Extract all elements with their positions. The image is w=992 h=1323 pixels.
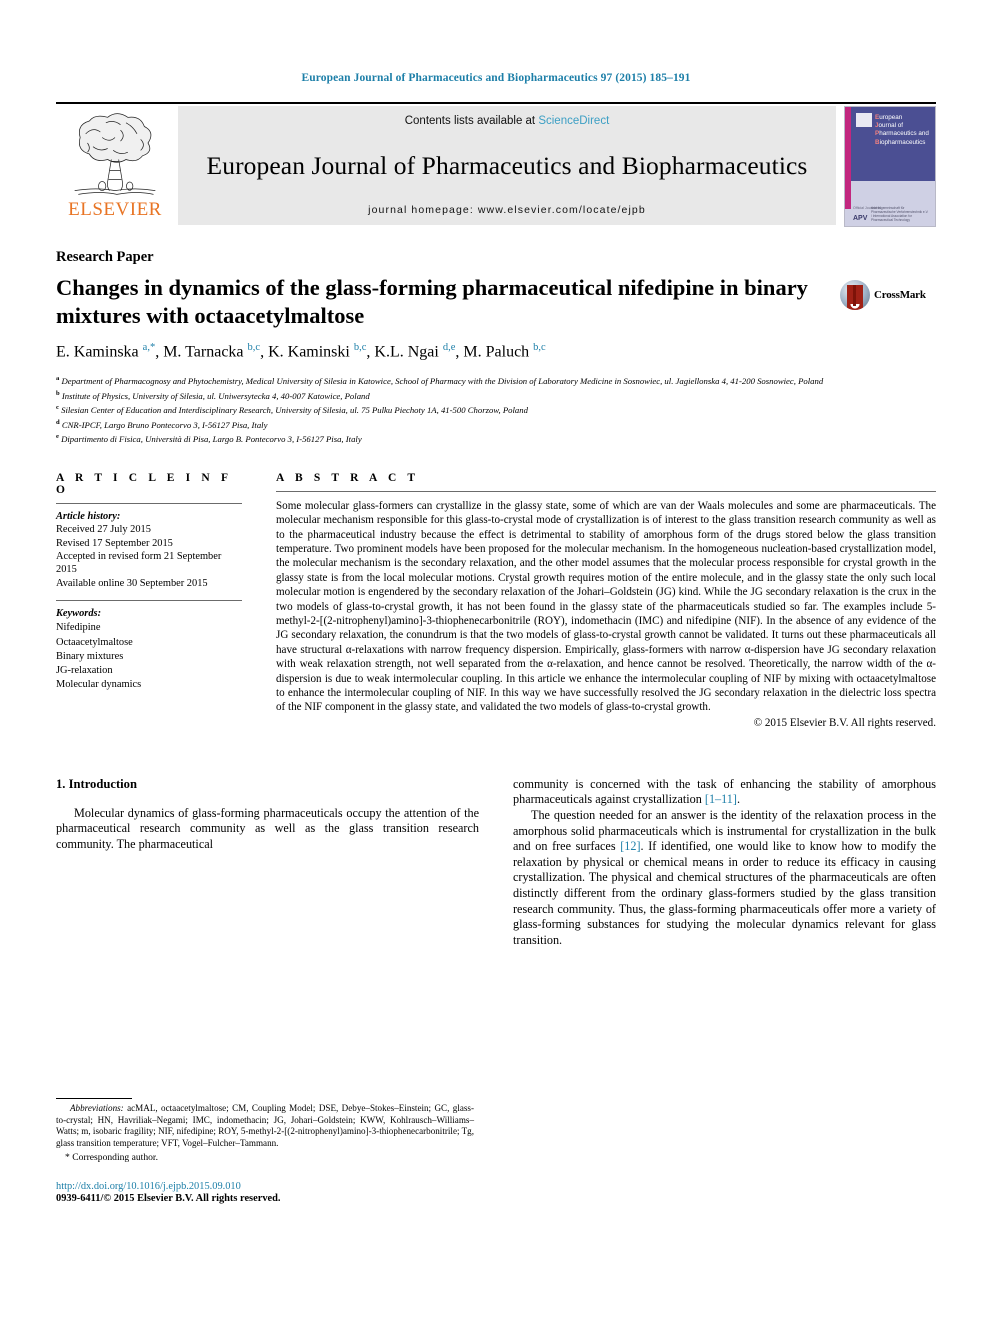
keywords-label: Keywords: (56, 608, 102, 620)
author-name: K.L. Ngai (374, 343, 443, 361)
journal-cover-thumbnail: European Journal of Pharmaceutics and Bi… (844, 106, 936, 227)
section-heading-introduction: 1. Introduction (56, 776, 137, 791)
journal-title-band: Contents lists available at ScienceDirec… (178, 106, 836, 225)
article-history: Article history: Received 27 July 2015 Re… (56, 504, 242, 590)
intro-paragraph-right-1: community is concerned with the task of … (513, 776, 936, 807)
crossmark-label: CrossMark (874, 289, 926, 301)
keyword-item: Octaacetylmaltose (56, 636, 133, 648)
keyword-item: Molecular dynamics (56, 679, 142, 691)
journal-name: European Journal of Pharmaceutics and Bi… (206, 150, 808, 180)
crossmark-badge[interactable]: CrossMark (840, 274, 936, 310)
abstract-copyright: © 2015 Elsevier B.V. All rights reserved… (753, 716, 936, 729)
author-affiliation-mark: a,* (142, 342, 156, 353)
elsevier-logo: ELSEVIER (56, 104, 174, 227)
footnote-divider (56, 1098, 132, 1099)
sciencedirect-link[interactable]: ScienceDirect (538, 115, 609, 127)
page-title: Changes in dynamics of the glass-forming… (56, 275, 808, 328)
abstract-column: A B S T R A C T Some molecular glass-for… (276, 472, 936, 729)
crossmark-icon (840, 280, 870, 310)
article-history-label: Article history: (56, 510, 121, 522)
journal-homepage[interactable]: journal homepage: www.elsevier.com/locat… (368, 204, 646, 216)
citation-1-11[interactable]: [1–11] (705, 792, 737, 806)
citation-12[interactable]: [12] (620, 839, 640, 853)
author-affiliation-mark: b,c (353, 342, 367, 353)
abbreviations-note: Abbreviations: acMAL, octaacetylmaltose;… (56, 1103, 474, 1149)
article-info-column: A R T I C L E I N F O Article history: R… (56, 472, 276, 729)
affiliation-item: b Institute of Physics, University of Si… (56, 388, 936, 402)
body-column-left: 1. Introduction Molecular dynamics of gl… (56, 777, 479, 949)
elsevier-tree-icon (74, 113, 156, 195)
keywords: Keywords: Nifedipine Octaacetylmaltose Bin… (56, 601, 242, 692)
abstract-text: Some molecular glass-formers can crystal… (276, 499, 936, 714)
article-history-item: Accepted in revised form 21 September 20… (56, 550, 222, 576)
issn-copyright-line: 0939-6411/© 2015 Elsevier B.V. All right… (56, 1193, 281, 1205)
affiliation-text: CNR-IPCF, Largo Bruno Pontecorvo 3, I-56… (59, 419, 268, 430)
keyword-item: Nifedipine (56, 622, 101, 634)
intro-paragraph-left: Molecular dynamics of glass-forming phar… (56, 805, 479, 852)
abstract-heading: A B S T R A C T (276, 471, 420, 484)
paper-type: Research Paper (56, 249, 154, 265)
author-affiliation-mark: d,e (442, 342, 456, 353)
body-column-right: community is concerned with the task of … (513, 777, 936, 949)
author-affiliation-mark: b,c (533, 342, 546, 353)
author-list: E. Kaminska a,*, M. Tarnacka b,c, K. Kam… (56, 342, 936, 361)
author-name: E. Kaminska (56, 343, 143, 361)
footnotes: Abbreviations: acMAL, octaacetylmaltose;… (56, 1098, 474, 1204)
affiliation-list: a Department of Pharmacognosy and Phytoc… (56, 373, 936, 445)
affiliation-text: Institute of Physics, University of Sile… (59, 390, 370, 401)
affiliation-text: Dipartimento di Fisica, Università di Pi… (58, 434, 362, 445)
affiliation-item: c Silesian Center of Education and Inter… (56, 402, 936, 416)
author-affiliation-mark: b,c (247, 342, 261, 353)
article-info-heading: A R T I C L E I N F O (56, 471, 232, 496)
affiliation-text: Silesian Center of Education and Interdi… (58, 405, 528, 416)
cover-society-abbrev: APV (853, 215, 868, 222)
affiliation-item: e Dipartimento di Fisica, Università di … (56, 431, 936, 445)
keyword-items: Nifedipine Octaacetylmaltose Binary mixtur… (56, 621, 242, 692)
article-page: European Journal of Pharmaceutics and Bi… (0, 0, 992, 1323)
affiliation-item: a Department of Pharmacognosy and Phytoc… (56, 373, 936, 387)
article-history-item: Available online 30 September 2015 (56, 577, 208, 589)
elsevier-wordmark: ELSEVIER (68, 199, 162, 220)
author-separator: , (155, 343, 164, 361)
keyword-item: Binary mixtures (56, 650, 124, 662)
article-history-items: Received 27 July 2015 Revised 17 Septembe… (56, 523, 242, 590)
cover-society-text: Arbeitsgemeinschaft für Pharmazeutische … (871, 206, 929, 222)
keyword-item: JG-relaxation (56, 665, 113, 676)
contents-lists-line: Contents lists available at ScienceDirec… (405, 115, 610, 127)
author-name: M. Tarnacka (163, 343, 248, 361)
author-name: M. Paluch (463, 343, 534, 361)
affiliation-item: d CNR-IPCF, Largo Bruno Pontecorvo 3, I-… (56, 417, 936, 431)
affiliation-text: Department of Pharmacognosy and Phytoche… (59, 376, 824, 387)
abbreviations-label: Abbreviations: (70, 1103, 124, 1113)
cover-publisher-mark (856, 113, 872, 127)
corresponding-author-note: * Corresponding author. (65, 1152, 158, 1164)
contents-prefix: Contents lists available at (404, 115, 539, 127)
author-name: K. Kaminski (268, 343, 354, 361)
doi-link[interactable]: http://dx.doi.org/10.1016/j.ejpb.2015.09… (56, 1181, 474, 1192)
intro-paragraph-right-2: The question needed for an answer is the… (513, 808, 936, 947)
author-separator: , (260, 343, 269, 361)
article-history-item: Revised 17 September 2015 (56, 537, 173, 549)
article-history-item: Received 27 July 2015 (56, 524, 151, 536)
journal-masthead: ELSEVIER Contents lists available at Sci… (56, 102, 936, 227)
running-head: European Journal of Pharmaceutics and Bi… (301, 72, 691, 84)
